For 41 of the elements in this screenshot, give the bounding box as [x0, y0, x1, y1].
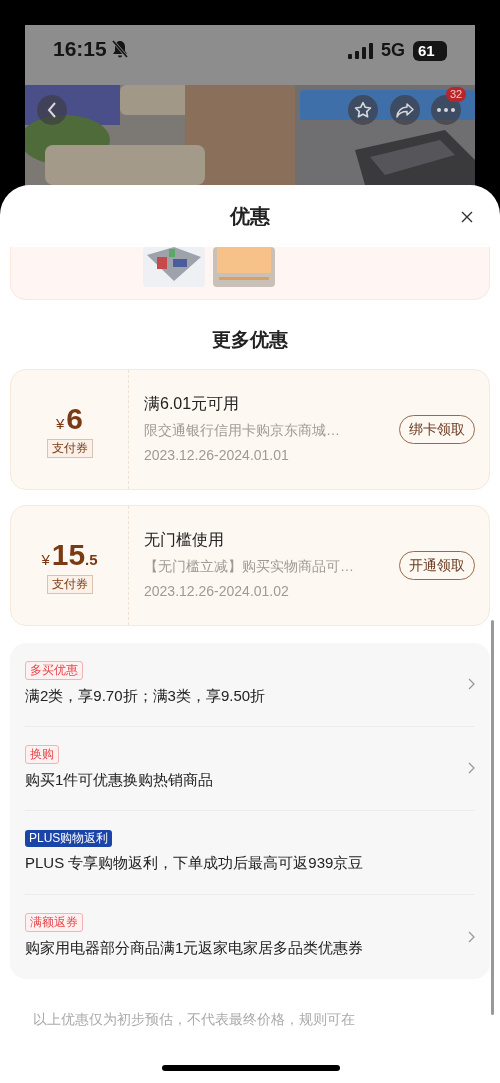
- coupon-description: 限交通银行信用卡购京东商城…: [144, 421, 341, 440]
- signal-icon: [348, 42, 373, 59]
- coupon-type-tag: 支付券: [46, 438, 93, 458]
- currency-symbol: ¥: [41, 549, 50, 570]
- network-label: 5G: [381, 39, 405, 62]
- coupon-validity: 2023.12.26-2024.01.02: [144, 582, 290, 601]
- star-icon: [354, 101, 372, 119]
- promotion-tag: 多买优惠: [25, 660, 83, 680]
- promotion-row[interactable]: 多买优惠 满2类，享9.70折；满3类，享9.50折: [25, 642, 475, 727]
- battery-indicator: 61: [413, 40, 447, 61]
- back-icon: [47, 102, 57, 118]
- disclaimer-text: 以上优惠仅为初步预估，不代表最终价格，规则可在: [32, 1009, 356, 1029]
- coupon-description: 【无门槛立减】购买实物商品可…: [144, 557, 355, 576]
- chevron-right-icon[interactable]: [468, 930, 475, 943]
- coupon-amount: 15: [51, 536, 86, 573]
- coupon-amount-fraction: .5: [85, 550, 98, 570]
- coupon-amount: 6: [66, 400, 83, 437]
- sheet-title: 优惠: [230, 204, 270, 229]
- coupon-title: 满6.01元可用: [144, 394, 241, 414]
- promotion-tag: PLUS购物返利: [25, 829, 113, 847]
- promotion-text: 购家用电器部分商品满1元返家电家居多品类优惠券: [25, 938, 364, 959]
- promotion-row[interactable]: 满额返券 购家用电器部分商品满1元返家电家居多品类优惠券: [25, 894, 475, 979]
- chevron-right-icon[interactable]: [468, 762, 475, 774]
- coupon-validity: 2023.12.26-2024.01.01: [144, 446, 290, 465]
- coupon-title: 无门槛使用: [144, 530, 225, 550]
- promotion-text: 满2类，享9.70折；满3类，享9.50折: [25, 685, 266, 706]
- promotion-tag: 换购: [25, 744, 59, 764]
- currency-symbol: ¥: [56, 413, 65, 434]
- section-title: 更多优惠: [211, 328, 289, 352]
- close-icon[interactable]: [461, 211, 473, 223]
- share-icon: [396, 102, 414, 118]
- status-time: 16:15: [53, 36, 107, 62]
- promotion-text: 购买1件可优惠换购热销商品: [25, 769, 214, 790]
- promotion-row[interactable]: PLUS购物返利 PLUS 专享购物返利，下单成功后最高可返939京豆: [25, 810, 475, 895]
- chevron-right-icon[interactable]: [468, 678, 475, 690]
- promotion-tag: 满额返券: [25, 913, 83, 933]
- more-icon: [437, 108, 455, 112]
- promotion-row[interactable]: 换购 购买1件可优惠换购热销商品: [25, 726, 475, 811]
- promotion-text: PLUS 专享购物返利，下单成功后最高可返939京豆: [25, 852, 364, 873]
- coupon-type-tag: 支付券: [46, 574, 93, 594]
- bell-muted-icon: [110, 38, 129, 59]
